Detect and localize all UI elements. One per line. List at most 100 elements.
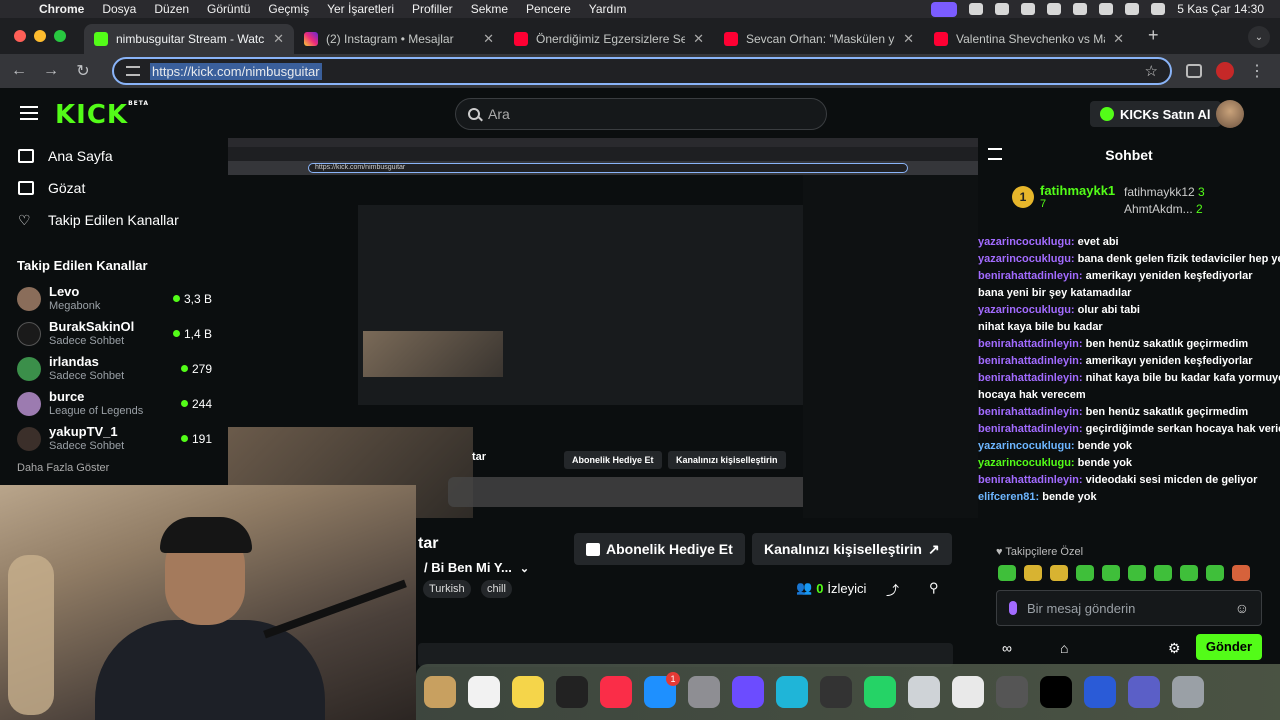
channel-item-buraksakinol[interactable]: BurakSakinOl Sadece Sohbet 1,4 B [0,316,228,351]
emote-icon[interactable] [1128,565,1146,581]
menu-tab[interactable]: Sekme [462,2,517,16]
chat-username[interactable]: elifceren81: [978,491,1039,503]
sidebar-item-following[interactable]: ♡ Takip Edilen Kanallar [0,204,228,236]
channel-item-yakuptv[interactable]: yakupTV_1 Sadece Sohbet 191 [0,421,228,456]
forward-arrow-icon[interactable]: → [42,62,60,80]
tab-instagram[interactable]: (2) Instagram • Mesajlar ✕ [294,24,504,54]
chat-username[interactable]: yazarincocuklugu: [978,304,1075,316]
user-plus-icon[interactable]: ⚲ [929,580,939,596]
kick-logo[interactable]: KICKBETA [55,100,149,130]
stream-video-player[interactable]: https://kick.com/nimbusguitar tar Abonel… [228,138,978,518]
menu-view[interactable]: Görüntü [198,2,259,16]
more-menu-icon[interactable]: ⋮ [1248,61,1266,81]
emote-icon[interactable] [1206,565,1224,581]
chat-username[interactable]: benirahattadinleyin: [978,338,1083,350]
chat-username[interactable]: benirahattadinleyin: [978,355,1083,367]
send-message-button[interactable]: Gönder [1196,634,1262,660]
emote-icon[interactable] [998,565,1016,581]
top-gifter-1[interactable]: 1 fatihmaykk1 7 [1012,183,1115,210]
fullscreen-window-button[interactable] [54,30,66,42]
apple-tv-icon[interactable] [556,676,588,708]
share-icon[interactable]: ⤴ [886,580,899,599]
emote-icon[interactable] [1102,565,1120,581]
chat-username[interactable]: benirahattadinleyin: [978,270,1083,282]
tab-youtube-1[interactable]: Önerdiğimiz Egzersizlere Seri ✕ [504,24,714,54]
app-store-icon[interactable]: 1 [644,672,680,708]
tab-search-chevron-icon[interactable]: ⌄ [1248,26,1270,48]
photos-icon[interactable] [424,676,456,708]
minimize-window-button[interactable] [34,30,46,42]
screen-mirroring-icon[interactable] [931,1,958,17]
menu-file[interactable]: Dosya [93,2,145,16]
notes-icon[interactable] [512,676,544,708]
battery-icon[interactable] [1047,3,1062,15]
close-tab-icon[interactable]: ✕ [273,31,284,47]
close-tab-icon[interactable]: ✕ [903,31,914,47]
gift-subscription-button[interactable]: Abonelik Hediye Et [574,533,745,565]
chat-username[interactable]: benirahattadinleyin: [978,423,1083,435]
tag-turkish[interactable]: Turkish [423,580,471,598]
menu-profiles[interactable]: Profiller [403,2,462,16]
reminders-icon[interactable] [468,676,500,708]
hamburger-menu-icon[interactable] [20,106,38,120]
tab-youtube-2[interactable]: Sevcan Orhan: "Maskülen ya ✕ [714,24,924,54]
collapse-chat-icon[interactable] [988,148,1002,160]
new-tab-button[interactable]: + [1134,25,1173,54]
channel-item-burce[interactable]: burce League of Legends 244 [0,386,228,421]
store-icon[interactable]: ⌂ [1060,640,1068,656]
tab-kick[interactable]: nimbusguitar Stream - Watch ✕ [84,24,294,54]
close-window-button[interactable] [14,30,26,42]
address-bar[interactable]: https://kick.com/nimbusguitar ☆ [112,57,1172,85]
emote-icon[interactable] [1076,565,1094,581]
music-icon[interactable] [600,676,632,708]
sidebar-item-home[interactable]: Ana Sayfa [0,140,228,172]
chat-username[interactable]: yazarincocuklugu: [978,253,1075,265]
whatsapp-icon[interactable] [864,676,896,708]
chat-username[interactable]: benirahattadinleyin: [978,406,1083,418]
trash-icon[interactable] [1172,676,1204,708]
calculator-icon[interactable] [996,676,1028,708]
capcut-status-icon[interactable] [969,3,984,15]
chat-username[interactable]: benirahattadinleyin: [978,372,1083,384]
channel-item-irlandas[interactable]: irlandas Sadece Sohbet 279 [0,351,228,386]
wifi-icon[interactable] [1073,3,1088,15]
channel-points-icon[interactable]: ∞ [1002,640,1012,656]
user-avatar[interactable] [1216,100,1244,128]
system-settings-icon[interactable] [688,676,720,708]
menu-window[interactable]: Pencere [517,2,580,16]
tab-youtube-3[interactable]: Valentina Shevchenko vs Man ✕ [924,24,1134,54]
chrome-icon[interactable] [952,676,984,708]
emote-icon[interactable] [1050,565,1068,581]
quicktime-icon[interactable] [1084,676,1116,708]
control-center-icon[interactable] [1125,3,1140,15]
chat-username[interactable]: benirahattadinleyin: [978,474,1083,486]
emote-icon[interactable] [1024,565,1042,581]
search-input[interactable]: Ara [455,98,827,130]
menu-edit[interactable]: Düzen [145,2,198,16]
back-arrow-icon[interactable]: ← [10,62,28,80]
bookmark-star-icon[interactable]: ☆ [1145,62,1158,80]
siri-icon[interactable] [1151,3,1166,15]
emote-icon[interactable] [1154,565,1172,581]
emote-icon[interactable] [1180,565,1198,581]
menu-app-name[interactable]: Chrome [30,2,93,16]
customize-channel-button[interactable]: Kanalınızı kişiselleştirin ↗ [752,533,952,565]
menu-history[interactable]: Geçmiş [259,2,318,16]
top-gifters-side[interactable]: fatihmaykk12 3 AhmtAkdm... 2 [1124,184,1205,218]
imovie-icon[interactable] [732,676,764,708]
menu-help[interactable]: Yardım [580,2,636,16]
tag-chill[interactable]: chill [481,580,512,598]
menubar-clock[interactable]: 5 Kas Çar 14:30 [1177,2,1264,16]
obs-icon[interactable] [820,676,852,708]
address-url[interactable]: https://kick.com/nimbusguitar [150,62,322,80]
reading-list-icon[interactable] [1186,64,1202,78]
close-tab-icon[interactable]: ✕ [1113,31,1124,47]
utility-icon[interactable] [908,676,940,708]
menu-bookmarks[interactable]: Yer İşaretleri [318,2,403,16]
chat-username[interactable]: yazarincocuklugu: [978,457,1075,469]
sidebar-item-browse[interactable]: Gözat [0,172,228,204]
chat-username[interactable]: yazarincocuklugu: [978,440,1075,452]
buy-kicks-button[interactable]: KICKs Satın Al [1090,101,1221,127]
play-icon[interactable] [1021,3,1036,15]
settings-gear-icon[interactable]: ⚙ [1168,640,1181,657]
